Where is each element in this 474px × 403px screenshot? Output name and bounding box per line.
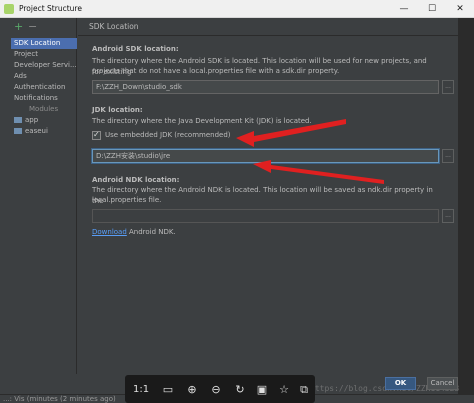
minimize-button[interactable]: — bbox=[390, 0, 418, 18]
arrow-to-jdk-field bbox=[253, 160, 384, 184]
window-titlebar: Project Structure — ☐ ✕ bbox=[0, 0, 474, 18]
remove-icon[interactable]: − bbox=[28, 21, 37, 32]
module-icon bbox=[14, 128, 22, 134]
module-label: app bbox=[25, 116, 39, 124]
copy-icon[interactable]: ⧉ bbox=[297, 384, 311, 395]
maximize-button[interactable]: ☐ bbox=[418, 0, 446, 18]
module-icon bbox=[14, 117, 22, 123]
sidebar: + − SDK Location Project Developer Servi… bbox=[8, 18, 77, 374]
android-studio-icon bbox=[4, 4, 14, 14]
jdk-description: The directory where the Java Development… bbox=[92, 117, 312, 125]
zoom-out-icon[interactable]: ⊖ bbox=[209, 384, 223, 395]
cancel-button[interactable]: Cancel bbox=[427, 377, 458, 390]
android-sdk-heading: Android SDK location: bbox=[92, 45, 179, 53]
zoom-in-icon[interactable]: ⊕ bbox=[185, 384, 199, 395]
add-icon[interactable]: + bbox=[14, 21, 23, 32]
bookmark-icon[interactable]: ☆ bbox=[277, 384, 291, 395]
sidebar-item-developer-services[interactable]: Developer Servi... bbox=[11, 60, 77, 71]
background-strip bbox=[458, 18, 474, 403]
sidebar-item-easeui[interactable]: easeui bbox=[11, 126, 77, 137]
embedded-jdk-label[interactable]: Use embedded JDK (recommended) bbox=[105, 131, 231, 139]
android-sdk-browse-button[interactable]: ... bbox=[442, 80, 454, 94]
status-text: ...: Vis (minutes (2 minutes ago) bbox=[3, 395, 116, 403]
download-ndk-link[interactable]: Download bbox=[92, 228, 127, 236]
sdk-location-panel: SDK Location Android SDK location: The d… bbox=[78, 18, 458, 374]
sidebar-item-project[interactable]: Project bbox=[11, 49, 77, 60]
download-ndk-text: Android NDK. bbox=[129, 228, 176, 236]
android-sdk-path-field[interactable]: F:\ZZH_Down\studio_sdk bbox=[92, 80, 439, 94]
close-button[interactable]: ✕ bbox=[446, 0, 474, 18]
embedded-jdk-checkbox[interactable] bbox=[92, 130, 101, 140]
android-ndk-path-field[interactable] bbox=[92, 209, 439, 223]
sidebar-item-ads[interactable]: Ads bbox=[11, 71, 77, 82]
android-sdk-description-2: projects that do not have a local.proper… bbox=[92, 67, 340, 75]
sidebar-item-notifications[interactable]: Notifications bbox=[11, 93, 77, 104]
android-ndk-browse-button[interactable]: ... bbox=[442, 209, 454, 223]
rotate-icon[interactable]: ↻ bbox=[233, 384, 247, 395]
jdk-heading: JDK location: bbox=[92, 106, 143, 114]
module-label: easeui bbox=[25, 127, 48, 135]
sidebar-item-app[interactable]: app bbox=[11, 115, 77, 126]
sidebar-item-authentication[interactable]: Authentication bbox=[11, 82, 77, 93]
android-ndk-heading: Android NDK location: bbox=[92, 176, 180, 184]
page-title: SDK Location bbox=[89, 22, 139, 31]
modules-header: Modules bbox=[29, 105, 59, 113]
divider bbox=[78, 35, 458, 36]
actual-size-button[interactable]: 1:1 bbox=[133, 384, 149, 395]
window-title: Project Structure bbox=[19, 4, 82, 13]
sidebar-item-sdk-location[interactable]: SDK Location bbox=[11, 38, 77, 49]
ok-button[interactable]: OK bbox=[385, 377, 416, 390]
fit-screen-icon[interactable]: ▭ bbox=[161, 384, 175, 395]
android-ndk-description-2: local.properties file. bbox=[92, 196, 162, 204]
image-viewer-toolbar: 1:1 ▭ ⊕ ⊖ ↻ ▣ ☆ ⧉ bbox=[125, 375, 315, 403]
save-icon[interactable]: ▣ bbox=[255, 384, 269, 395]
jdk-path-field[interactable]: D:\ZZH安装\studio\jre bbox=[92, 149, 439, 163]
jdk-browse-button[interactable]: ... bbox=[442, 149, 454, 163]
